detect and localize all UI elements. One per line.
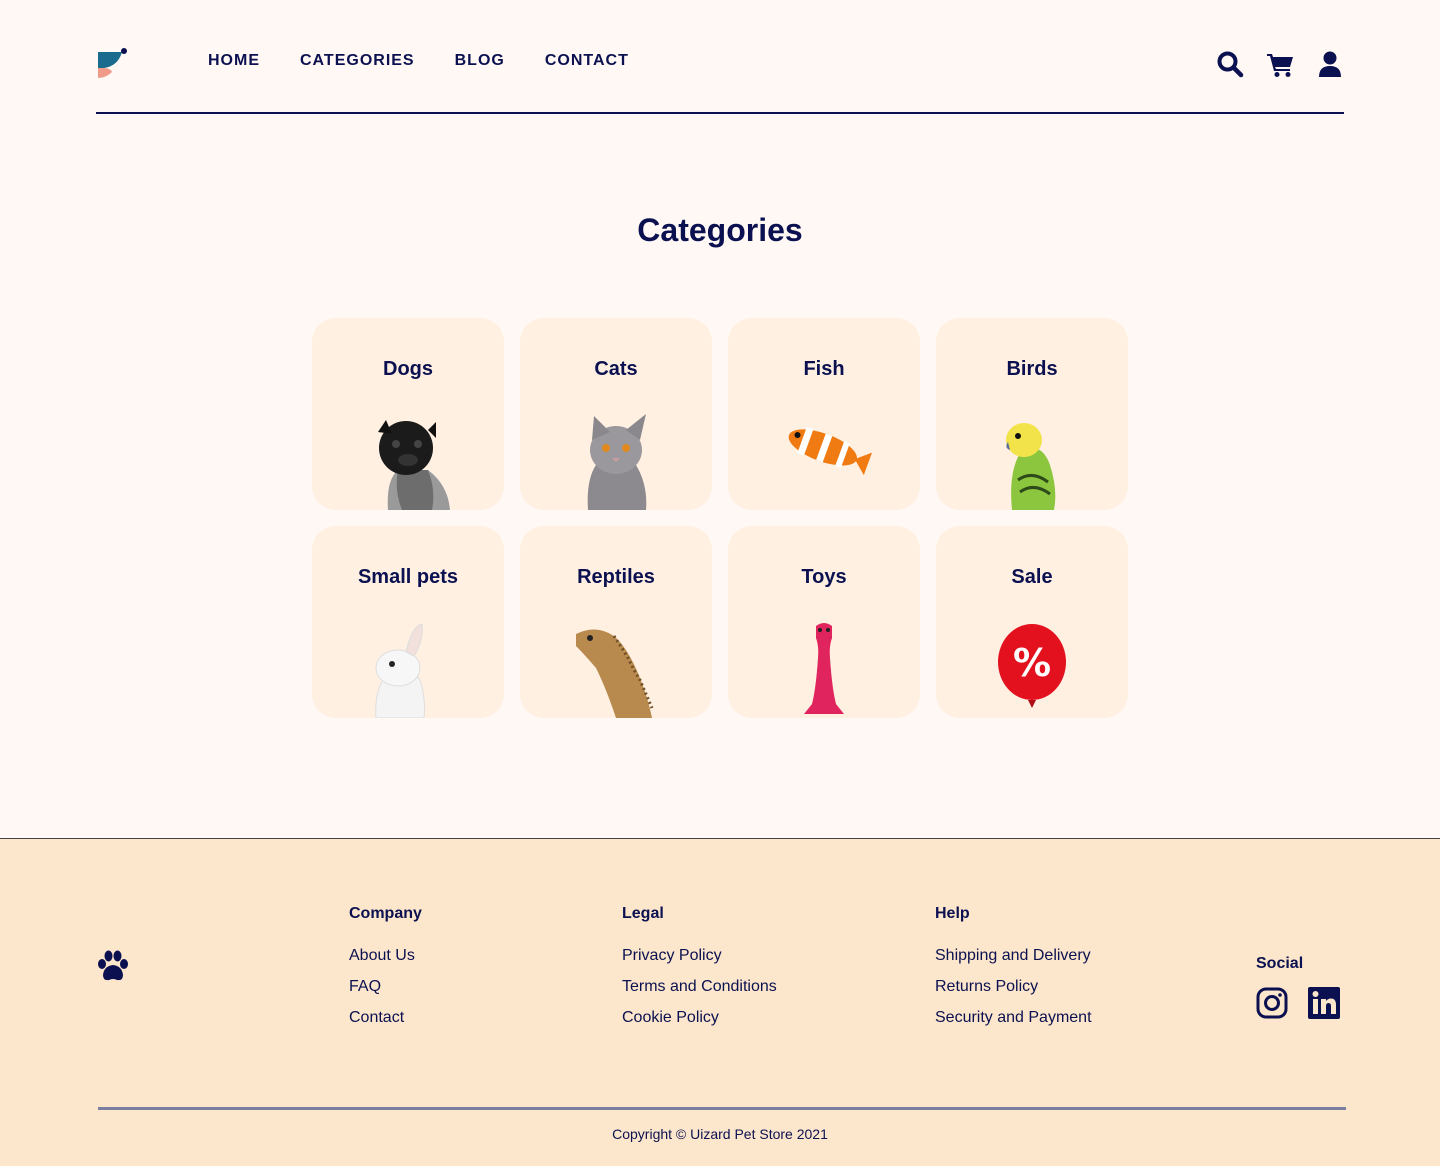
- category-label: Fish: [803, 358, 845, 380]
- link-faq[interactable]: FAQ: [349, 978, 422, 996]
- pink-toy-image: [804, 623, 844, 714]
- user-icon[interactable]: [1316, 50, 1344, 78]
- footer-legal: Legal Privacy Policy Terms and Condition…: [622, 905, 777, 1040]
- instagram-icon[interactable]: [1256, 987, 1288, 1019]
- budgie-image: [1006, 423, 1056, 510]
- main-nav: HOME CATEGORIES BLOG CONTACT: [208, 52, 629, 70]
- category-label: Small pets: [357, 566, 459, 588]
- pug-dog-image: [378, 420, 450, 510]
- category-label: Cats: [594, 358, 638, 380]
- copyright-text: Copyright © Uizard Pet Store 2021: [612, 1126, 828, 1142]
- clownfish-image: [788, 426, 873, 476]
- category-label: Dogs: [383, 358, 433, 380]
- linkedin-icon[interactable]: [1308, 987, 1340, 1019]
- category-card-cats[interactable]: Cats: [520, 318, 712, 510]
- white-rabbit-image: [375, 623, 425, 718]
- category-card-toys[interactable]: Toys: [728, 526, 920, 718]
- link-returns[interactable]: Returns Policy: [935, 978, 1092, 996]
- footer-heading: Help: [935, 905, 970, 922]
- nav-blog[interactable]: BLOG: [455, 52, 505, 70]
- site-footer: Company About Us FAQ Contact Legal Priva…: [0, 838, 1440, 1166]
- category-label: Sale: [1011, 566, 1053, 588]
- footer-company: Company About Us FAQ Contact: [349, 905, 422, 1040]
- nav-home[interactable]: HOME: [208, 52, 260, 70]
- grey-cat-image: [587, 414, 647, 510]
- category-card-dogs[interactable]: Dogs: [312, 318, 504, 510]
- page-title: Categories: [637, 212, 803, 248]
- percent-balloon-image: %: [998, 624, 1066, 708]
- category-label: Toys: [801, 566, 847, 588]
- link-contact[interactable]: Contact: [349, 1009, 422, 1027]
- link-cookie-policy[interactable]: Cookie Policy: [622, 1009, 777, 1027]
- category-card-small-pets[interactable]: Small pets: [312, 526, 504, 718]
- footer-heading: Company: [349, 905, 422, 922]
- link-security[interactable]: Security and Payment: [935, 1009, 1092, 1027]
- footer-help: Help Shipping and Delivery Returns Polic…: [935, 905, 1092, 1040]
- link-shipping[interactable]: Shipping and Delivery: [935, 947, 1092, 965]
- paw-icon: [98, 950, 128, 981]
- cart-icon[interactable]: [1266, 50, 1294, 78]
- site-header: HOME CATEGORIES BLOG CONTACT: [96, 0, 1344, 114]
- category-card-birds[interactable]: Birds: [936, 318, 1128, 510]
- footer-social: Social: [1256, 955, 1340, 1019]
- lizard-image: [576, 629, 654, 718]
- category-card-fish[interactable]: Fish: [728, 318, 920, 510]
- search-icon[interactable]: [1216, 50, 1244, 78]
- nav-categories[interactable]: CATEGORIES: [300, 52, 415, 70]
- nav-contact[interactable]: CONTACT: [545, 52, 629, 70]
- footer-divider: [98, 1107, 1346, 1110]
- svg-text:%: %: [1013, 641, 1051, 685]
- category-label: Reptiles: [577, 566, 655, 588]
- footer-heading: Legal: [622, 905, 664, 922]
- category-card-reptiles[interactable]: Reptiles: [520, 526, 712, 718]
- brand-logo-icon[interactable]: [96, 48, 128, 80]
- footer-heading: Social: [1256, 955, 1304, 972]
- category-grid: Dogs Cats Fish Birds Small pets Reptiles…: [312, 318, 1128, 718]
- link-terms[interactable]: Terms and Conditions: [622, 978, 777, 996]
- category-card-sale[interactable]: Sale %: [936, 526, 1128, 718]
- link-privacy-policy[interactable]: Privacy Policy: [622, 947, 777, 965]
- category-label: Birds: [1006, 358, 1058, 380]
- link-about-us[interactable]: About Us: [349, 947, 422, 965]
- header-actions: [1216, 50, 1344, 78]
